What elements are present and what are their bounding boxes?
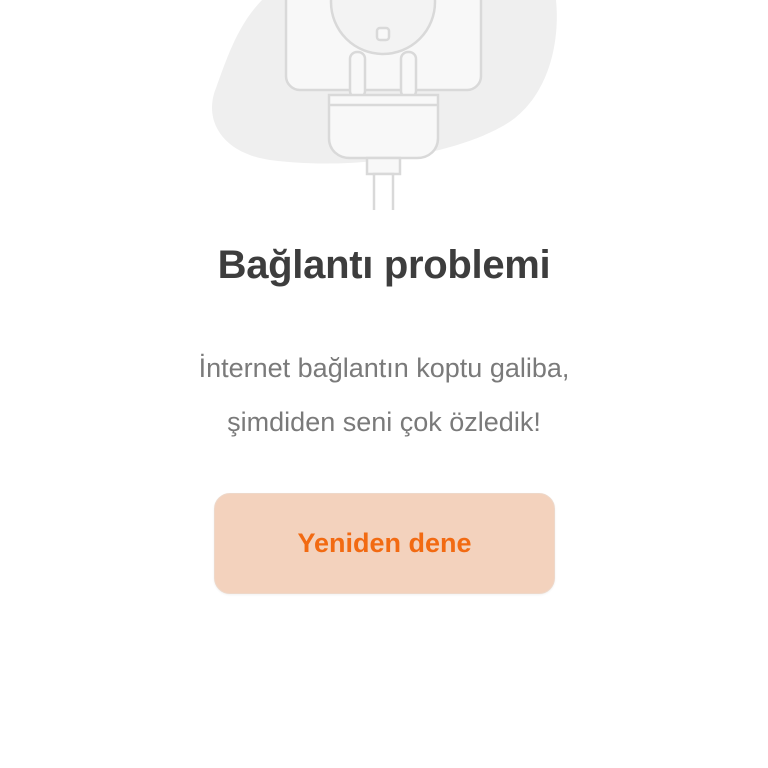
error-title: Bağlantı problemi <box>217 243 551 287</box>
connection-error-illustration <box>0 0 768 216</box>
error-message-line: şimdiden seni çok özledik! <box>227 407 541 437</box>
error-message: İnternet bağlantın koptu galiba, şimdide… <box>0 341 768 449</box>
unplugged-plug-socket-icon <box>212 0 557 216</box>
retry-button[interactable]: Yeniden dene <box>214 493 555 594</box>
error-message-line: İnternet bağlantın koptu galiba, <box>198 353 570 383</box>
retry-button-label: Yeniden dene <box>297 528 472 558</box>
